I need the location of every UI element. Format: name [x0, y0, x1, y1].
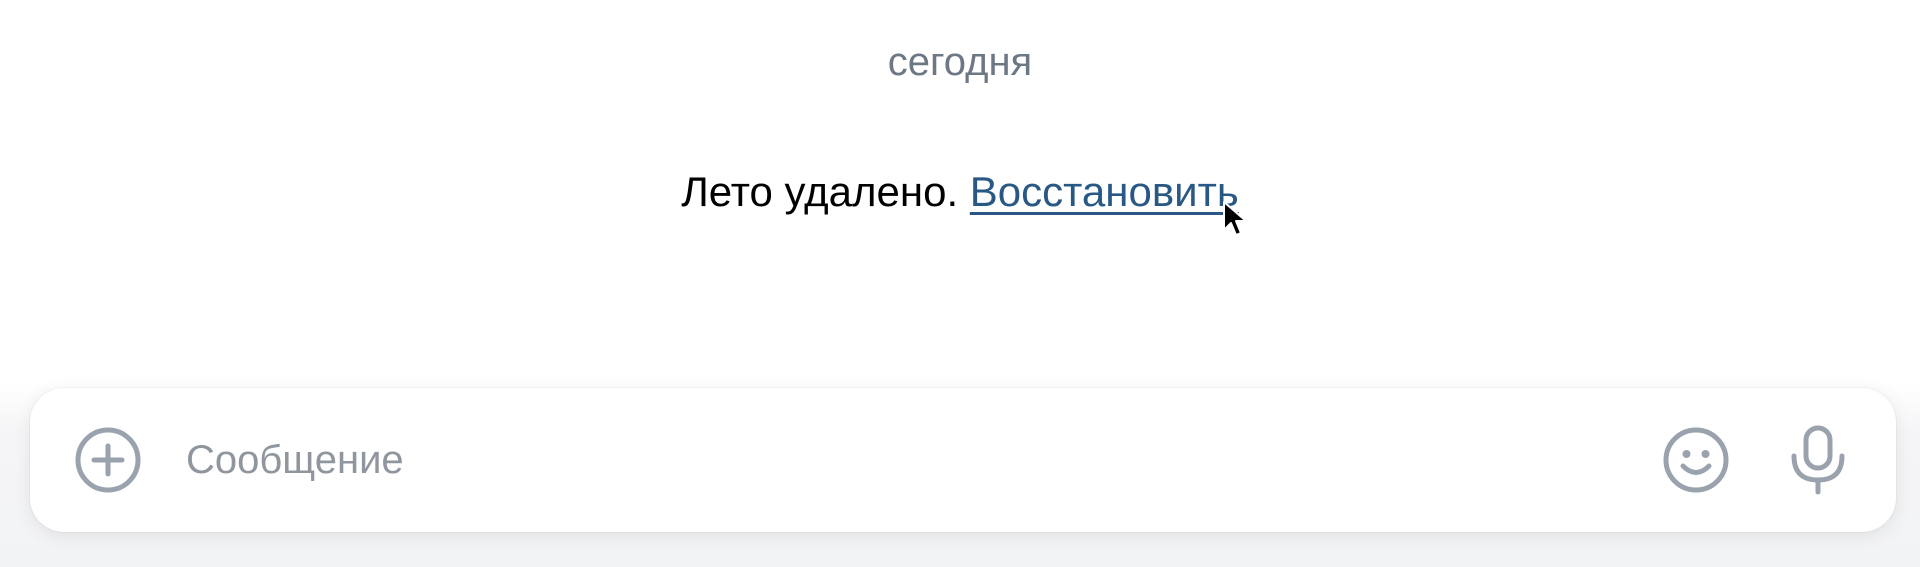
plus-circle-icon	[75, 427, 141, 493]
deleted-notice-text: Лето удалено.	[681, 168, 959, 215]
deleted-message-notice: Лето удалено. Восстановить	[0, 164, 1920, 220]
attach-button[interactable]	[74, 426, 142, 494]
smile-icon	[1663, 427, 1729, 493]
emoji-button[interactable]	[1662, 426, 1730, 494]
message-composer	[30, 388, 1896, 532]
microphone-icon	[1791, 425, 1845, 495]
chat-view: сегодня Лето удалено. Восстановить	[0, 0, 1920, 567]
mouse-cursor-icon	[1223, 201, 1247, 236]
restore-link[interactable]: Восстановить	[970, 168, 1239, 215]
date-separator: сегодня	[887, 40, 1033, 84]
message-input[interactable]	[186, 428, 1626, 492]
voice-message-button[interactable]	[1784, 425, 1852, 495]
